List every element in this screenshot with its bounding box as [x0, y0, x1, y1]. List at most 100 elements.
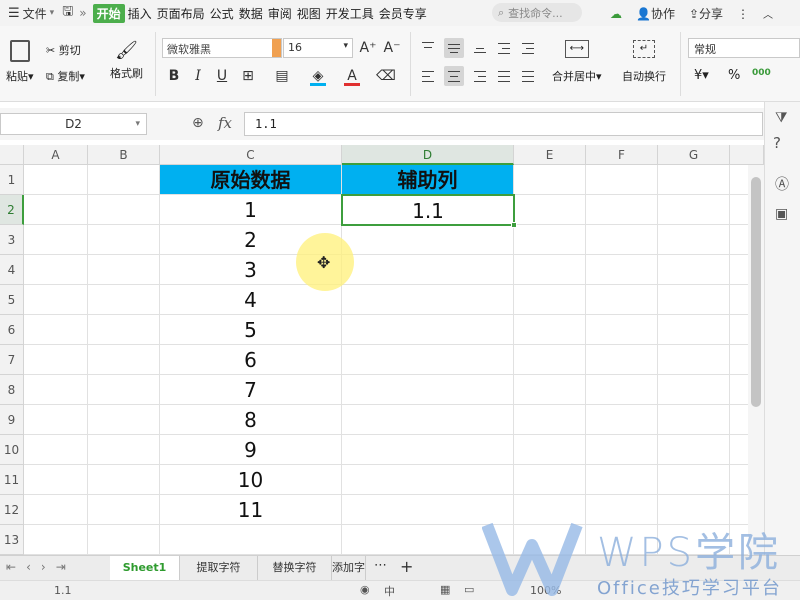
tab-view[interactable]: 视图 [295, 5, 323, 22]
sheet-navigation[interactable]: ⇤‹›⇥ [6, 560, 76, 574]
currency-button[interactable]: ¥▾ [694, 68, 709, 83]
help-icon[interactable]: ? [773, 134, 781, 152]
tab-formulas[interactable]: 公式 [208, 5, 236, 22]
sheet-tab-extract[interactable]: 提取字符 [180, 556, 258, 580]
last-sheet-icon[interactable]: ⇥ [56, 560, 76, 574]
formula-input[interactable]: 1.1 [244, 112, 763, 136]
grid-cell[interactable] [514, 405, 586, 435]
grid-cell[interactable] [658, 255, 730, 285]
fill-handle[interactable] [511, 222, 517, 228]
grid-cell[interactable] [586, 315, 658, 345]
tab-home[interactable]: 开始 [92, 3, 125, 23]
cell-c1-header[interactable]: 原始数据 [160, 165, 342, 195]
grid-cell[interactable] [160, 525, 342, 555]
name-box[interactable]: D2 ▾ [0, 113, 147, 135]
grid-cell[interactable] [88, 405, 160, 435]
italic-button[interactable]: I [188, 66, 208, 86]
row-header[interactable]: 5 [0, 285, 24, 315]
chevron-up-icon[interactable]: ︿ [763, 6, 773, 21]
grid-cell[interactable] [586, 285, 658, 315]
grid-cell[interactable] [24, 195, 88, 225]
grid-cell[interactable] [514, 225, 586, 255]
zoom-search-icon[interactable]: ⊕ [192, 115, 204, 131]
grid-cell[interactable] [88, 345, 160, 375]
cell-d1-header[interactable]: 辅助列 [342, 165, 514, 195]
grid-cell[interactable] [586, 435, 658, 465]
grid-cell[interactable] [658, 405, 730, 435]
thousands-button[interactable]: 000 [752, 68, 771, 78]
grid-cell[interactable] [88, 435, 160, 465]
grid-cell[interactable] [24, 285, 88, 315]
col-header-d[interactable]: D [342, 145, 514, 165]
grid-cell[interactable] [514, 315, 586, 345]
bold-button[interactable]: B [164, 66, 184, 86]
row-header[interactable]: 1 [0, 165, 24, 195]
cell-c6[interactable]: 5 [160, 315, 342, 345]
grid-cell[interactable] [88, 315, 160, 345]
fill-color-icon[interactable]: ◈ [308, 66, 328, 86]
grid-cell[interactable] [658, 375, 730, 405]
grid-cell[interactable] [514, 375, 586, 405]
grid-cell[interactable] [342, 375, 514, 405]
grid-cell[interactable] [24, 315, 88, 345]
grid-cell[interactable] [24, 255, 88, 285]
cell-c5[interactable]: 4 [160, 285, 342, 315]
grid-cell[interactable] [514, 285, 586, 315]
wrap-text-button[interactable]: ↵ 自动换行 [622, 40, 666, 84]
grid-cell[interactable] [586, 375, 658, 405]
grid-cell[interactable] [586, 165, 658, 195]
sheet-tab-sheet1[interactable]: Sheet1 [110, 556, 180, 580]
col-header-g[interactable]: G [658, 145, 730, 165]
sheet-tab-add[interactable]: 添加字 [332, 556, 366, 580]
grid-cell[interactable] [514, 465, 586, 495]
grid-cell[interactable] [88, 285, 160, 315]
cell-c12[interactable]: 11 [160, 495, 342, 525]
grid-cell[interactable] [342, 225, 514, 255]
font-size-select[interactable]: 16 ▾ [283, 38, 353, 58]
grid-cell[interactable] [658, 285, 730, 315]
cell-c11[interactable]: 10 [160, 465, 342, 495]
grid-cell[interactable] [342, 315, 514, 345]
row-header[interactable]: 2 [0, 195, 24, 225]
distributed-icon[interactable] [518, 66, 538, 86]
cell-c2[interactable]: 1 [160, 195, 342, 225]
more-options-icon[interactable]: ⋮ [737, 7, 749, 21]
grid-cell[interactable] [658, 465, 730, 495]
grid-cell[interactable] [586, 405, 658, 435]
grid-cell[interactable] [586, 195, 658, 225]
grid-cell[interactable] [24, 405, 88, 435]
tab-member[interactable]: 会员专享 [377, 5, 429, 22]
next-sheet-icon[interactable]: › [41, 560, 56, 574]
grid-cell[interactable] [88, 195, 160, 225]
filter-icon[interactable]: ⧩ [775, 110, 788, 126]
align-right-icon[interactable] [470, 66, 490, 86]
grid-cell[interactable] [514, 165, 586, 195]
col-header-f[interactable]: F [586, 145, 658, 165]
tab-developer[interactable]: 开发工具 [324, 5, 376, 22]
select-all-corner[interactable] [0, 145, 24, 165]
cut-button[interactable]: ✂ 剪切 [46, 42, 81, 58]
grid-cell[interactable] [586, 465, 658, 495]
col-header-h[interactable] [730, 145, 764, 165]
grid-cell[interactable] [24, 435, 88, 465]
grid-cell[interactable] [586, 345, 658, 375]
eraser-icon[interactable]: ⌫ [376, 66, 396, 86]
row-header[interactable]: 11 [0, 465, 24, 495]
grid-cell[interactable] [586, 255, 658, 285]
vertical-scrollbar[interactable] [748, 165, 764, 555]
normal-view-icon[interactable]: ▦ [440, 583, 450, 596]
tab-data[interactable]: 数据 [237, 5, 265, 22]
cell-d2-selected[interactable]: 1.1 [341, 194, 515, 226]
decrease-font-icon[interactable]: A⁻ [382, 38, 402, 58]
first-sheet-icon[interactable]: ⇤ [6, 560, 26, 574]
decrease-indent-icon[interactable] [494, 38, 514, 58]
grid-cell[interactable] [514, 195, 586, 225]
cloud-sync-icon[interactable]: ☁ [610, 7, 622, 21]
grid-cell[interactable] [24, 165, 88, 195]
underline-button[interactable]: U [212, 66, 232, 86]
align-left-icon[interactable] [418, 66, 438, 86]
percent-button[interactable]: % [728, 68, 740, 83]
row-header[interactable]: 12 [0, 495, 24, 525]
col-header-a[interactable]: A [24, 145, 88, 165]
row-header[interactable]: 9 [0, 405, 24, 435]
